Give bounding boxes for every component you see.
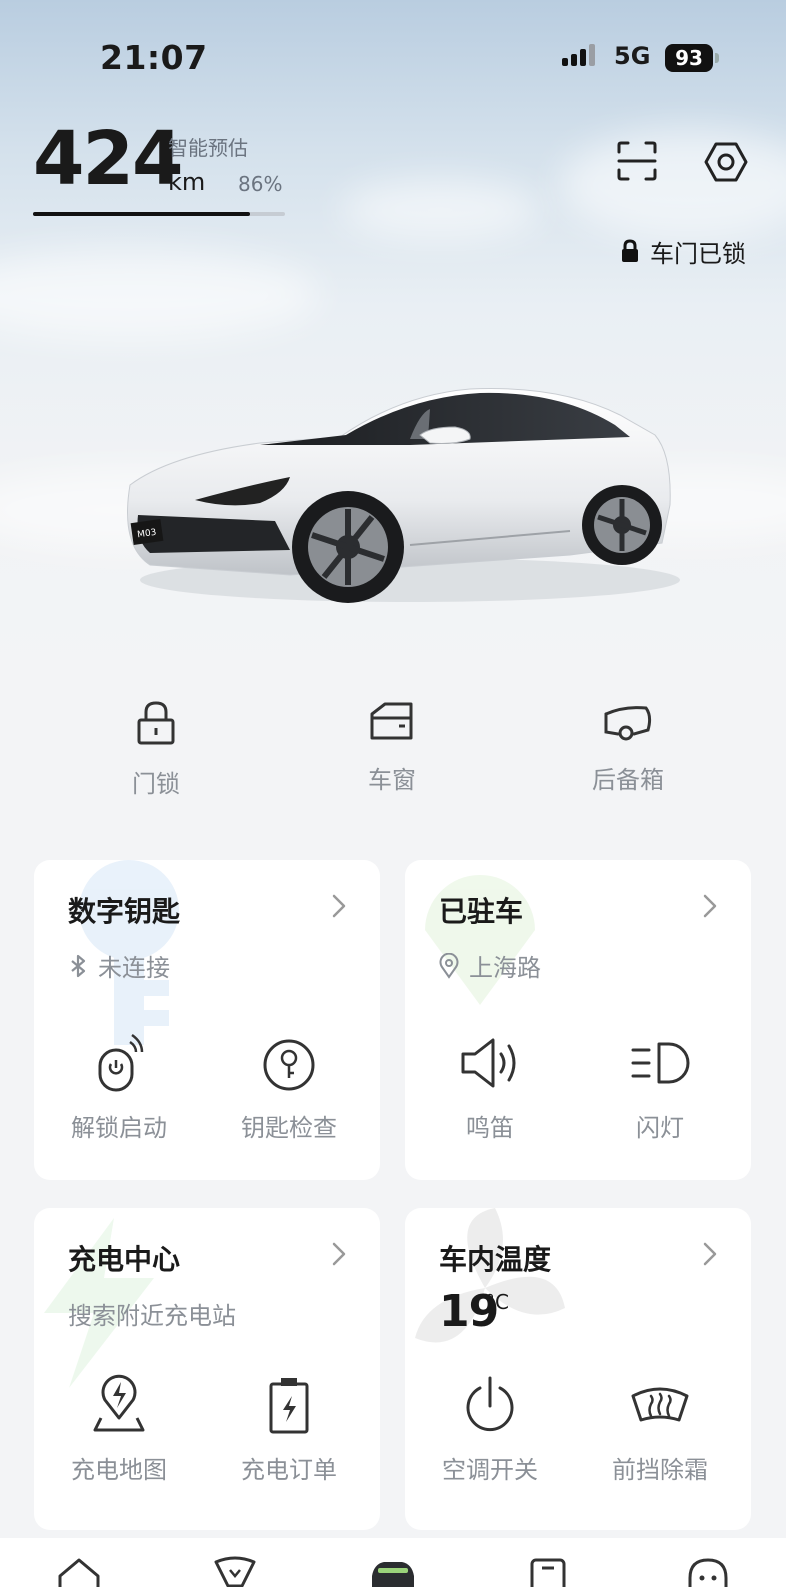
car-icon bbox=[372, 1562, 414, 1587]
scan-icon bbox=[617, 141, 657, 181]
parking-location-text: 上海路 bbox=[469, 954, 541, 982]
range-progress-fill bbox=[33, 212, 250, 216]
location-watermark-icon bbox=[425, 874, 535, 1005]
chat-icon bbox=[688, 1558, 728, 1587]
charging-map-button[interactable]: 充电地图 bbox=[44, 1374, 194, 1485]
door-status-text: 车门已锁 bbox=[650, 239, 746, 268]
tab-home[interactable] bbox=[56, 1556, 102, 1587]
parking-title: 已驻车 bbox=[439, 895, 524, 928]
door-lock-control[interactable]: 门锁 bbox=[86, 700, 226, 799]
network-label: 5G bbox=[614, 42, 651, 70]
flash-lights-button[interactable]: 闪灯 bbox=[585, 1032, 735, 1143]
charging-subtitle: 搜索附近充电站 bbox=[68, 1302, 236, 1330]
tab-shop[interactable] bbox=[528, 1556, 568, 1587]
status-bar: 21:07 5G 93 bbox=[0, 30, 786, 86]
discover-icon bbox=[214, 1556, 256, 1587]
key-check-icon bbox=[263, 1039, 315, 1091]
cabin-temperature-title: 车内温度 bbox=[439, 1243, 552, 1276]
flash-lights-label: 闪灯 bbox=[636, 1114, 684, 1142]
parking-location: 上海路 bbox=[439, 948, 541, 983]
parking-card[interactable]: 已驻车 上海路 鸣笛 闪灯 bbox=[405, 860, 751, 1180]
unlock-start-label: 解锁启动 bbox=[71, 1114, 167, 1142]
charging-order-button[interactable]: 充电订单 bbox=[214, 1374, 364, 1485]
digital-key-card[interactable]: 数字钥匙 未连接 解锁启动 钥匙检查 bbox=[34, 860, 380, 1180]
horn-icon bbox=[461, 1038, 516, 1088]
tab-car[interactable] bbox=[370, 1556, 416, 1587]
trunk-icon bbox=[604, 706, 652, 741]
cabin-temperature-card[interactable]: 车内温度 19 °C 空调开关 前挡除霜 bbox=[405, 1208, 751, 1530]
front-wheel bbox=[292, 491, 404, 603]
ac-power-button[interactable]: 空调开关 bbox=[415, 1374, 565, 1485]
rear-wheel bbox=[582, 485, 662, 565]
sky-cloud bbox=[0, 250, 320, 340]
trunk-control[interactable]: 后备箱 bbox=[558, 700, 698, 795]
charging-map-icon bbox=[93, 1374, 145, 1432]
chevron-right-icon bbox=[703, 894, 717, 918]
digital-key-title: 数字钥匙 bbox=[68, 895, 181, 928]
key-check-button[interactable]: 钥匙检查 bbox=[214, 1032, 364, 1143]
chevron-right-icon bbox=[332, 894, 346, 918]
range-label: 智能预估 bbox=[168, 136, 248, 160]
cabin-temperature-unit: °C bbox=[485, 1290, 509, 1314]
window-control[interactable]: 车窗 bbox=[322, 700, 462, 795]
charging-order-icon bbox=[269, 1378, 309, 1434]
front-defrost-button[interactable]: 前挡除霜 bbox=[585, 1374, 735, 1485]
digital-key-status: 未连接 bbox=[68, 948, 170, 983]
ac-power-label: 空调开关 bbox=[442, 1456, 538, 1484]
front-defrost-label: 前挡除霜 bbox=[612, 1456, 708, 1484]
signal-icon bbox=[562, 44, 602, 72]
settings-icon bbox=[704, 142, 748, 182]
bluetooth-icon bbox=[71, 954, 86, 977]
key-check-label: 钥匙检查 bbox=[241, 1114, 337, 1142]
headlight-icon bbox=[631, 1042, 690, 1084]
window-icon bbox=[370, 702, 413, 740]
power-icon bbox=[466, 1376, 514, 1432]
unlock-start-button[interactable]: 解锁启动 bbox=[44, 1032, 194, 1143]
digital-key-status-text: 未连接 bbox=[98, 954, 170, 982]
battery-icon: 93 bbox=[665, 44, 713, 72]
car-image: M03 bbox=[127, 388, 680, 603]
charging-card[interactable]: 充电中心 搜索附近充电站 充电地图 充电订单 bbox=[34, 1208, 380, 1530]
horn-label: 鸣笛 bbox=[466, 1114, 514, 1142]
home-icon bbox=[58, 1558, 100, 1587]
charging-title: 充电中心 bbox=[68, 1243, 181, 1276]
window-label: 车窗 bbox=[368, 766, 416, 794]
range-unit: km bbox=[168, 168, 206, 196]
battery-tip bbox=[715, 53, 719, 63]
sky-cloud bbox=[340, 180, 540, 240]
horn-button[interactable]: 鸣笛 bbox=[415, 1032, 565, 1143]
chevron-right-icon bbox=[332, 1242, 346, 1266]
battery-level: 93 bbox=[675, 46, 703, 70]
status-time: 21:07 bbox=[100, 38, 208, 77]
range-percent: 86% bbox=[238, 172, 283, 196]
range-progress-bar bbox=[33, 212, 285, 216]
chevron-right-icon bbox=[703, 1242, 717, 1266]
settings-button[interactable] bbox=[704, 140, 748, 184]
padlock-icon bbox=[137, 701, 175, 745]
lock-icon bbox=[622, 239, 638, 262]
range-value: 424 bbox=[33, 116, 183, 202]
trunk-label: 后备箱 bbox=[592, 766, 664, 794]
door-lock-status: 车门已锁 bbox=[620, 234, 746, 268]
sky-cloud bbox=[560, 130, 786, 240]
tab-chat[interactable] bbox=[686, 1556, 730, 1587]
charging-order-label: 充电订单 bbox=[241, 1456, 337, 1484]
shop-icon bbox=[530, 1558, 566, 1587]
tab-discover[interactable] bbox=[212, 1556, 258, 1587]
location-pin-icon bbox=[439, 952, 459, 979]
scan-button[interactable] bbox=[616, 140, 658, 182]
charging-map-label: 充电地图 bbox=[71, 1456, 167, 1484]
unlock-start-icon bbox=[98, 1033, 144, 1092]
defrost-icon bbox=[631, 1387, 689, 1422]
tab-bar bbox=[0, 1538, 786, 1587]
door-lock-label: 门锁 bbox=[132, 770, 180, 798]
